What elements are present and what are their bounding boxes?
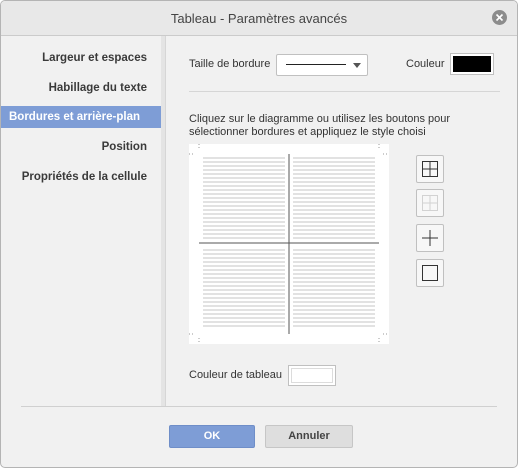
- border-size-label: Taille de bordure: [189, 58, 271, 70]
- table-color-swatch: [291, 368, 333, 383]
- inner-borders-icon: [422, 230, 438, 246]
- no-borders-icon: [422, 195, 438, 211]
- inner-borders-button[interactable]: [416, 224, 444, 252]
- table-color-picker[interactable]: [288, 365, 336, 386]
- border-diagram-canvas[interactable]: [189, 144, 389, 344]
- separator: [189, 91, 500, 92]
- instructions-text: Cliquez sur le diagramme ou utilisez les…: [189, 113, 451, 138]
- border-color-picker[interactable]: [450, 53, 494, 75]
- sidebar-item-habillage-du-texte[interactable]: Habillage du texte: [1, 77, 147, 99]
- sidebar-item-largeur-et-espaces[interactable]: Largeur et espaces: [1, 47, 147, 69]
- ok-button[interactable]: OK: [169, 425, 255, 448]
- no-borders-button[interactable]: [416, 189, 444, 217]
- border-diagram[interactable]: [189, 144, 389, 344]
- sidebar-item-label: Bordures et arrière-plan: [9, 111, 141, 123]
- sidebar-item-label: Habillage du texte: [48, 82, 147, 94]
- borders-panel: Taille de bordure Couleur Cliquez sur le…: [166, 36, 516, 406]
- close-icon: [495, 13, 504, 22]
- sidebar-item-position[interactable]: Position: [1, 136, 147, 158]
- all-borders-button[interactable]: [416, 155, 444, 183]
- outer-border-icon: [422, 265, 438, 281]
- footer-separator: [21, 406, 497, 407]
- dialog-title: Tableau - Paramètres avancés: [170, 11, 348, 26]
- sidebar-item-label: Propriétés de la cellule: [21, 171, 147, 183]
- all-borders-icon: [422, 161, 438, 177]
- sidebar-item-label: Largeur et espaces: [42, 52, 147, 64]
- border-color-swatch: [453, 56, 491, 72]
- sidebar-item-bordures-et-arriere-plan[interactable]: Bordures et arrière-plan: [1, 106, 161, 128]
- border-size-select[interactable]: [276, 54, 368, 76]
- sidebar-item-proprietes-de-la-cellule[interactable]: Propriétés de la cellule: [1, 166, 147, 188]
- table-color-label: Couleur de tableau: [189, 369, 282, 381]
- sidebar-item-label: Position: [101, 141, 147, 153]
- title-bar: Tableau - Paramètres avancés: [1, 1, 517, 36]
- border-line-preview: [286, 64, 346, 65]
- cancel-button[interactable]: Annuler: [265, 425, 353, 448]
- border-color-label: Couleur: [406, 58, 445, 70]
- close-button[interactable]: [492, 10, 507, 25]
- advanced-settings-dialog: Tableau - Paramètres avancés Largeur et …: [0, 0, 518, 468]
- outer-border-button[interactable]: [416, 259, 444, 287]
- chevron-down-icon: [353, 63, 361, 68]
- sidebar: Largeur et espaces Habillage du texte Bo…: [1, 36, 162, 406]
